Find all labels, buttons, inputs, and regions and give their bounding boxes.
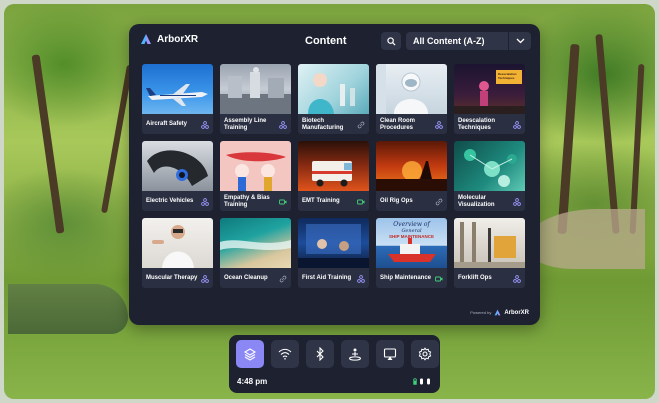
content-card[interactable]: Biotech Manufacturing [298, 64, 369, 134]
content-title: Assembly Line Training [224, 117, 267, 131]
content-title: Molecular Visualization [458, 194, 495, 208]
vr-app-icon [357, 275, 365, 283]
bluetooth-icon [316, 347, 324, 361]
link-icon [357, 121, 365, 129]
content-card[interactable]: Empathy & Bias Training [220, 141, 291, 211]
content-card[interactable]: Muscular Therapy [142, 218, 213, 288]
vr-app-icon [513, 121, 521, 129]
vr-app-icon [201, 198, 209, 206]
content-thumbnail [376, 141, 447, 191]
content-title: Biotech Manufacturing [302, 117, 344, 131]
clock: 4:48 pm [237, 377, 268, 386]
content-thumbnail [220, 141, 291, 191]
content-card[interactable]: Assembly Line Training [220, 64, 291, 134]
content-title: Ocean Cleanup [224, 275, 268, 281]
content-thumbnail [220, 218, 291, 268]
arborxr-logo-icon [494, 309, 501, 316]
content-title: EMT Training [302, 198, 340, 204]
content-title: Oil Rig Ops [380, 198, 413, 204]
vr-app-icon [279, 121, 287, 129]
thumbnail-text: SHIP MAINTENANCE [389, 234, 434, 239]
controller-right-icon [427, 378, 430, 385]
content-card[interactable]: Molecular Visualization [454, 141, 525, 211]
status-indicators [413, 378, 431, 385]
content-thumbnail: Deescalation Techniques [454, 64, 525, 114]
thumbnail-text: Deescalation Techniques [498, 72, 517, 80]
controller-left-icon [420, 378, 423, 385]
content-thumbnail [142, 141, 213, 191]
content-card[interactable]: Forklift Ops [454, 218, 525, 288]
content-title: Electric Vehicles [146, 198, 194, 204]
content-title: Ship Maintenance [380, 275, 432, 281]
content-thumbnail [298, 64, 369, 114]
vr-app-icon [435, 121, 443, 129]
link-icon [435, 198, 443, 206]
content-library-panel: ArborXR Content All Content (A-Z) Aircra… [129, 24, 540, 325]
chevron-down-icon [516, 38, 524, 44]
brand-name: ArborXR [157, 33, 199, 45]
video-icon [357, 198, 365, 206]
powered-by-brand: ArborXR [504, 309, 529, 316]
wifi-icon [278, 348, 292, 360]
thumbnail-text: Overview of [393, 221, 430, 228]
dropdown-toggle[interactable] [509, 38, 531, 44]
content-card[interactable]: Oil Rig Ops [376, 141, 447, 211]
sort-dropdown[interactable]: All Content (A-Z) [406, 32, 531, 50]
content-card[interactable]: Clean Room Procedures [376, 64, 447, 134]
powered-by-label: Powered by [470, 310, 492, 315]
content-card[interactable]: Aircraft Safety [142, 64, 213, 134]
content-card[interactable]: Overview of General SHIP MAINTENANCE Shi… [376, 218, 447, 288]
vr-app-icon [513, 198, 521, 206]
gear-icon [418, 347, 432, 361]
link-icon [279, 275, 287, 283]
system-dock: 4:48 pm [229, 335, 440, 393]
content-thumbnail [142, 64, 213, 114]
content-title: Muscular Therapy [146, 275, 198, 281]
sort-selected-label: All Content (A-Z) [413, 36, 485, 46]
cast-icon [383, 348, 397, 360]
video-icon [435, 275, 443, 283]
search-icon [386, 36, 396, 46]
content-title: Clean Room Procedures [380, 117, 416, 131]
settings-button[interactable] [411, 340, 439, 368]
content-card[interactable]: First Aid Training [298, 218, 369, 288]
arborxr-logo-icon [141, 34, 151, 44]
vr-app-icon [513, 275, 521, 283]
content-grid: Aircraft Safety Assembly Line Training B… [142, 64, 528, 288]
content-thumbnail [454, 141, 525, 191]
vr-app-icon [201, 121, 209, 129]
content-thumbnail [376, 64, 447, 114]
layers-icon [243, 348, 257, 361]
search-button[interactable] [381, 32, 401, 50]
content-thumbnail [298, 218, 369, 268]
content-card[interactable]: EMT Training [298, 141, 369, 211]
library-button[interactable] [236, 340, 264, 368]
dock-buttons [236, 340, 439, 368]
content-thumbnail [142, 218, 213, 268]
powered-by: Powered by ArborXR [470, 309, 529, 316]
cast-button[interactable] [376, 340, 404, 368]
content-card[interactable]: Deescalation Techniques Deescalation Tec… [454, 64, 525, 134]
content-card[interactable]: Ocean Cleanup [220, 218, 291, 288]
content-thumbnail [220, 64, 291, 114]
brand-logo: ArborXR [140, 33, 198, 45]
vr-app-icon [201, 275, 209, 283]
bluetooth-button[interactable] [306, 340, 334, 368]
video-icon [279, 198, 287, 206]
guardian-icon [349, 348, 361, 361]
page-title: Content [305, 35, 347, 47]
content-thumbnail: Overview of General SHIP MAINTENANCE [376, 218, 447, 268]
content-title: Deescalation Techniques [458, 117, 496, 131]
panel-header: ArborXR Content All Content (A-Z) [129, 24, 540, 60]
battery-icon [413, 378, 417, 385]
content-card[interactable]: Electric Vehicles [142, 141, 213, 211]
boundary-button[interactable] [341, 340, 369, 368]
content-title: Aircraft Safety [146, 121, 188, 127]
content-title: First Aid Training [302, 275, 352, 281]
content-thumbnail [454, 218, 525, 268]
content-thumbnail [298, 141, 369, 191]
wifi-button[interactable] [271, 340, 299, 368]
content-title: Forklift Ops [458, 275, 492, 281]
content-title: Empathy & Bias Training [224, 194, 270, 208]
